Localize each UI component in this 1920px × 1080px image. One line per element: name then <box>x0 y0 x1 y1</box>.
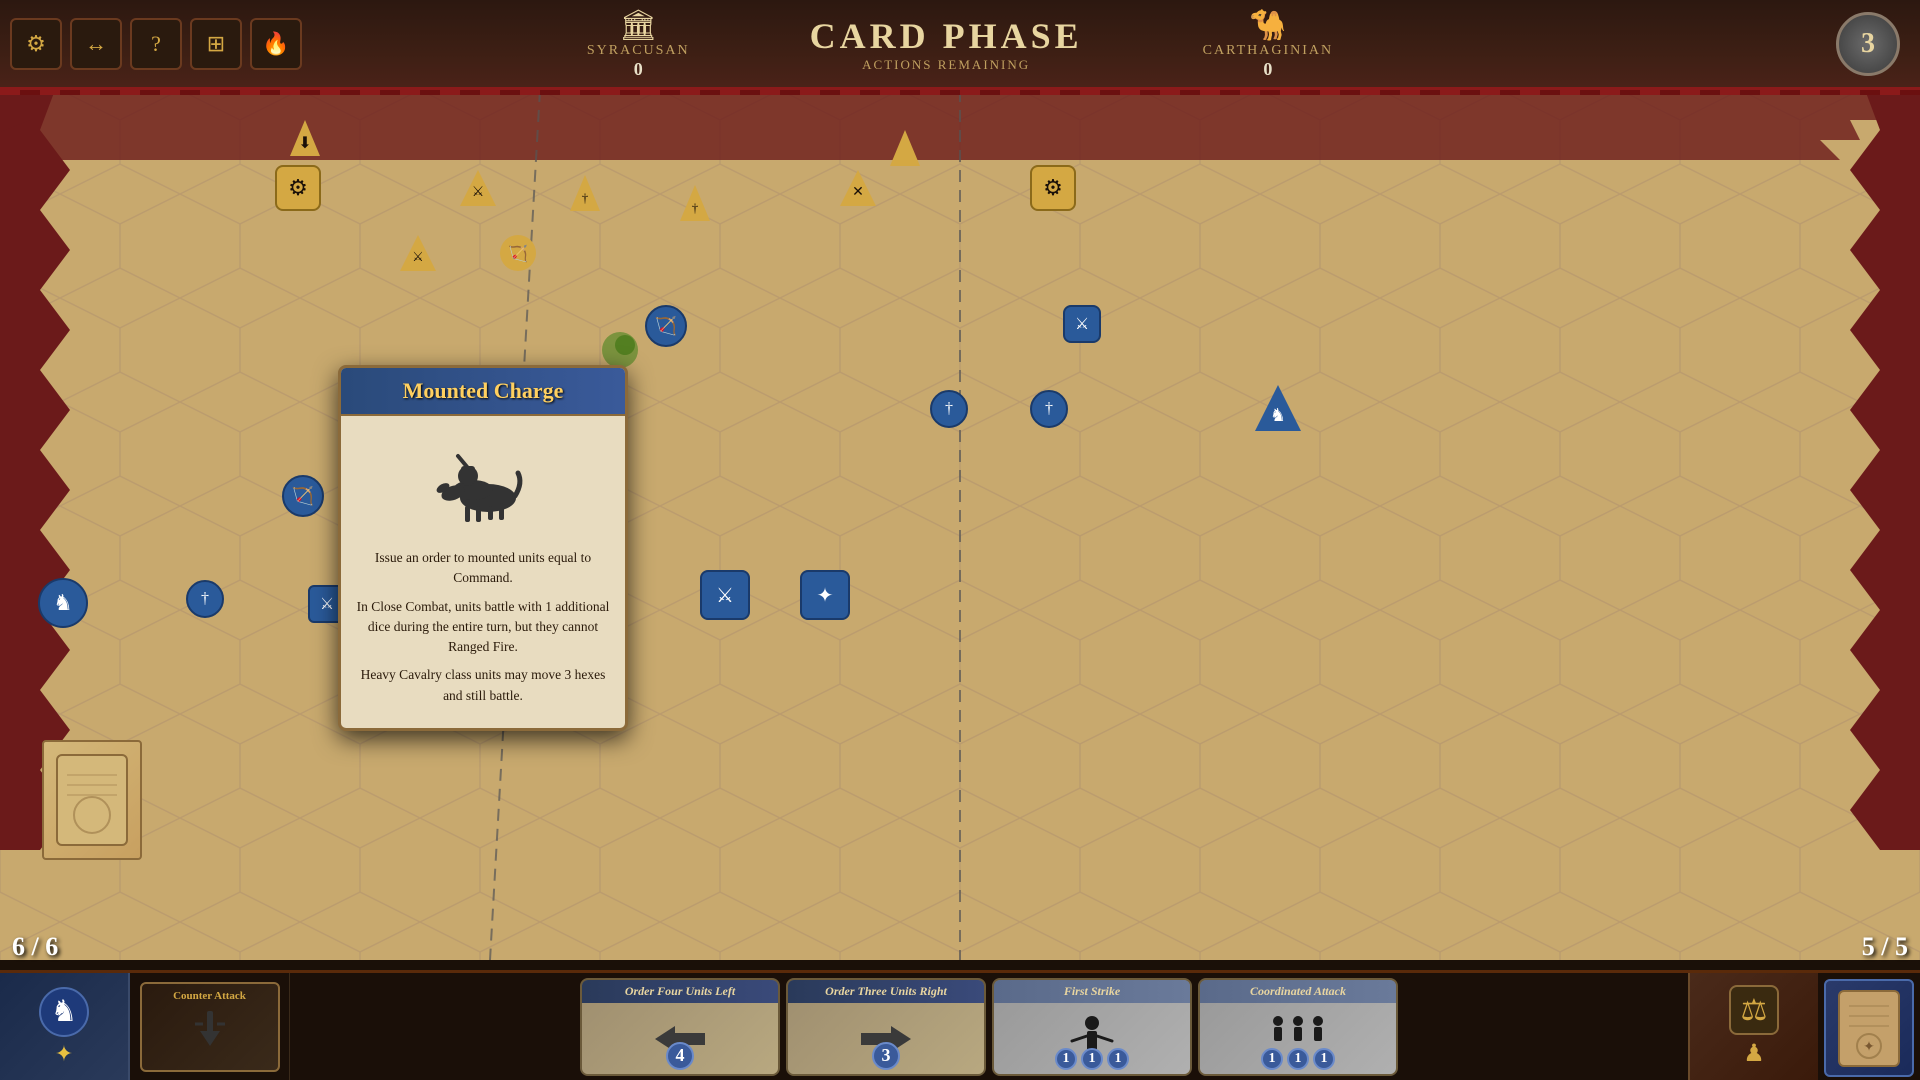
carthaginian-faction: 🐪 CARTHAGINIAN 0 <box>1203 8 1333 80</box>
card4-number-1: 1 <box>1261 1048 1283 1070</box>
header-bar: ⚙ ↔ ? ⊞ 🔥 🏛 SYRACUSAN 0 CARD PHASE ACTIO… <box>0 0 1920 90</box>
score-left: 6 / 6 <box>12 932 58 962</box>
card-popup-icon <box>355 438 611 540</box>
unit-blue-sword-2: † <box>1030 390 1068 428</box>
unit-sword-4: † <box>680 185 710 221</box>
card4-title: Coordinated Attack <box>1208 984 1388 999</box>
card-popup-header: Mounted Charge <box>341 368 625 416</box>
card3-title: First Strike <box>1002 984 1182 999</box>
balance-icon: ⚖ <box>1729 985 1779 1035</box>
card-popup-body: Issue an order to mounted units equal to… <box>341 416 625 728</box>
unit-blue-sword-1: † <box>930 390 968 428</box>
book-card-right[interactable]: ✦ <box>1824 979 1914 1077</box>
unit-blue-crossed-1: ⚔ <box>1063 305 1101 343</box>
unit-sword-1: ⬇ <box>290 120 320 156</box>
unit-blue-crossed-2: ⚔ <box>700 570 750 620</box>
card-first-strike[interactable]: First Strike 1 1 1 <box>992 978 1192 1076</box>
card-coordinated-attack[interactable]: Coordinated Attack 1 1 <box>1198 978 1398 1076</box>
left-player-faction-badge: ✦ <box>55 1041 73 1067</box>
player-panel-left: ♞ ✦ <box>0 973 130 1080</box>
card2-number: 3 <box>872 1042 900 1070</box>
left-player-horse-icon: ♞ <box>39 987 89 1037</box>
card3-number-3: 1 <box>1107 1048 1129 1070</box>
toolbar: ⚙ ↔ ? ⊞ 🔥 <box>10 18 302 70</box>
svg-text:†: † <box>692 200 699 215</box>
help-button[interactable]: ? <box>130 18 182 70</box>
round-counter: 3 <box>1836 12 1900 76</box>
actions-label: ACTIONS REMAINING <box>810 57 1083 73</box>
counter-attack-icon <box>185 1006 235 1063</box>
svg-text:⬇: ⬇ <box>298 135 311 152</box>
syracusan-count: 0 <box>587 59 690 80</box>
fire-button[interactable]: 🔥 <box>250 18 302 70</box>
settings-button[interactable]: ⚙ <box>10 18 62 70</box>
card4-number-3: 1 <box>1313 1048 1335 1070</box>
svg-text:†: † <box>582 190 589 205</box>
card-text-1: Issue an order to mounted units equal to… <box>355 548 611 589</box>
unit-blue-sword-left: † <box>186 580 224 618</box>
unit-sword-3: † <box>570 175 600 211</box>
unit-blue-archer-left: 🏹 <box>282 475 324 517</box>
card1-title: Order Four Units Left <box>590 984 770 999</box>
syracusan-icon: 🏛 <box>587 8 690 43</box>
svg-text:✦: ✦ <box>1863 1040 1875 1055</box>
unit-sword-5 <box>890 130 920 166</box>
phase-info: CARD PHASE ACTIONS REMAINING <box>810 15 1083 73</box>
carthaginian-icon: 🐪 <box>1203 8 1333 43</box>
svg-text:✕: ✕ <box>852 185 864 200</box>
svg-text:⚔: ⚔ <box>412 249 424 264</box>
pawn-icon: ♟ <box>1743 1039 1765 1068</box>
syracusan-name: SYRACUSAN <box>587 43 690 59</box>
svg-text:⚔: ⚔ <box>472 185 485 200</box>
card1-number: 4 <box>666 1042 694 1070</box>
card4-number-2: 1 <box>1287 1048 1309 1070</box>
card3-number-1: 1 <box>1055 1048 1077 1070</box>
unit-blue-horse-left: ♞ <box>38 578 88 628</box>
score-right: 5 / 5 <box>1862 932 1908 962</box>
counter-attack-area: Counter Attack <box>130 973 290 1080</box>
mounted-charge-card[interactable]: Mounted Charge <box>338 365 628 731</box>
unit-blue-archer: 🏹 <box>645 305 687 347</box>
phase-title: CARD PHASE <box>810 15 1083 57</box>
player-panel-right: ⚖ ♟ <box>1688 973 1818 1080</box>
unit-blue-horse: ♞ <box>1255 385 1301 431</box>
unit-sword-2: ⚔ <box>400 235 436 271</box>
card-text-2: In Close Combat, units battle with 1 add… <box>355 597 611 658</box>
unit-blue-crossed-3: ✦ <box>800 570 850 620</box>
counter-attack-card[interactable]: Counter Attack <box>140 982 280 1072</box>
svg-text:♞: ♞ <box>1270 405 1286 425</box>
bottom-bar: ♞ ✦ Counter Attack <box>0 970 1920 1080</box>
card-text-3: Heavy Cavalry class units may move 3 hex… <box>355 665 611 706</box>
syracusan-faction: 🏛 SYRACUSAN 0 <box>587 8 690 80</box>
unit-crossed-swords-1: ⚔ <box>460 170 496 206</box>
card-order-four-left[interactable]: Order Four Units Left 4 <box>580 978 780 1076</box>
card2-title: Order Three Units Right <box>796 984 976 999</box>
map-button[interactable]: ⊞ <box>190 18 242 70</box>
card-order-three-right[interactable]: Order Three Units Right 3 <box>786 978 986 1076</box>
arrows-button[interactable]: ↔ <box>70 18 122 70</box>
unit-arrow-1: 🏹 <box>500 235 536 271</box>
unit-crossed-2: ✕ <box>840 170 876 206</box>
card3-number-2: 1 <box>1081 1048 1103 1070</box>
carthaginian-name: CARTHAGINIAN <box>1203 43 1333 59</box>
counter-attack-title: Counter Attack <box>173 990 246 1002</box>
cards-area: Order Four Units Left 4 Order Three Unit… <box>290 973 1688 1080</box>
carthaginian-count: 0 <box>1203 59 1333 80</box>
svg-text:🏹: 🏹 <box>508 244 528 263</box>
parchment-decoration <box>42 740 142 860</box>
card-popup-title: Mounted Charge <box>351 378 615 404</box>
unit-wheel-right: ⚙ <box>1030 165 1076 211</box>
unit-wheel-left: ⚙ <box>275 165 321 211</box>
